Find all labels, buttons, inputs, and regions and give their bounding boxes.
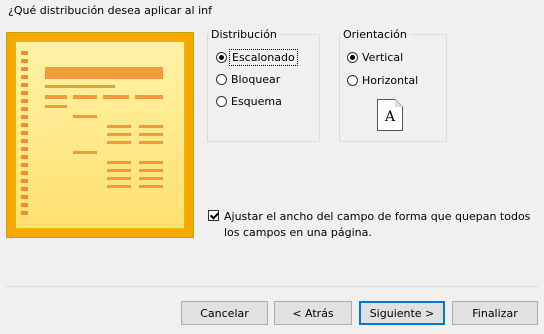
radio-escalonado[interactable]: Escalonado (216, 49, 298, 66)
finish-button[interactable]: Finalizar (452, 301, 538, 325)
orientation-legend: Orientación (343, 28, 407, 41)
radio-esquema[interactable]: Esquema (216, 95, 282, 108)
adjust-width-label: Ajustar el ancho del campo de forma que … (224, 210, 531, 239)
distribution-legend: Distribución (211, 28, 277, 41)
radio-vertical-label: Vertical (362, 51, 404, 64)
radio-bloquear[interactable]: Bloquear (216, 73, 280, 86)
radio-vertical[interactable]: Vertical (347, 51, 403, 64)
page-icon-letter: A (384, 109, 396, 125)
page-fold (395, 99, 403, 107)
preview-paper (15, 41, 185, 229)
radio-horizontal[interactable]: Horizontal (347, 74, 418, 87)
adjust-width-checkbox[interactable] (208, 210, 219, 221)
radio-bloquear-indicator[interactable] (216, 74, 227, 85)
radio-horizontal-indicator[interactable] (347, 75, 358, 86)
portrait-page-icon: A (377, 99, 403, 131)
radio-esquema-indicator[interactable] (216, 96, 227, 107)
radio-vertical-indicator[interactable] (347, 52, 358, 63)
footer-separator (6, 286, 538, 287)
layout-preview-image (6, 32, 194, 238)
radio-bloquear-label: Bloquear (231, 73, 281, 86)
radio-horizontal-label: Horizontal (362, 74, 419, 87)
back-button[interactable]: < Atrás (274, 301, 352, 325)
radio-escalonado-label: Escalonado (229, 49, 298, 66)
cancel-button[interactable]: Cancelar (181, 301, 268, 325)
radio-escalonado-indicator[interactable] (216, 52, 227, 63)
next-button[interactable]: Siguiente > (359, 301, 445, 325)
adjust-width-checkbox-row[interactable]: Ajustar el ancho del campo de forma que … (208, 209, 538, 241)
radio-esquema-label: Esquema (231, 95, 282, 108)
wizard-heading: ¿Qué distribución desea aplicar al inf (8, 4, 212, 17)
